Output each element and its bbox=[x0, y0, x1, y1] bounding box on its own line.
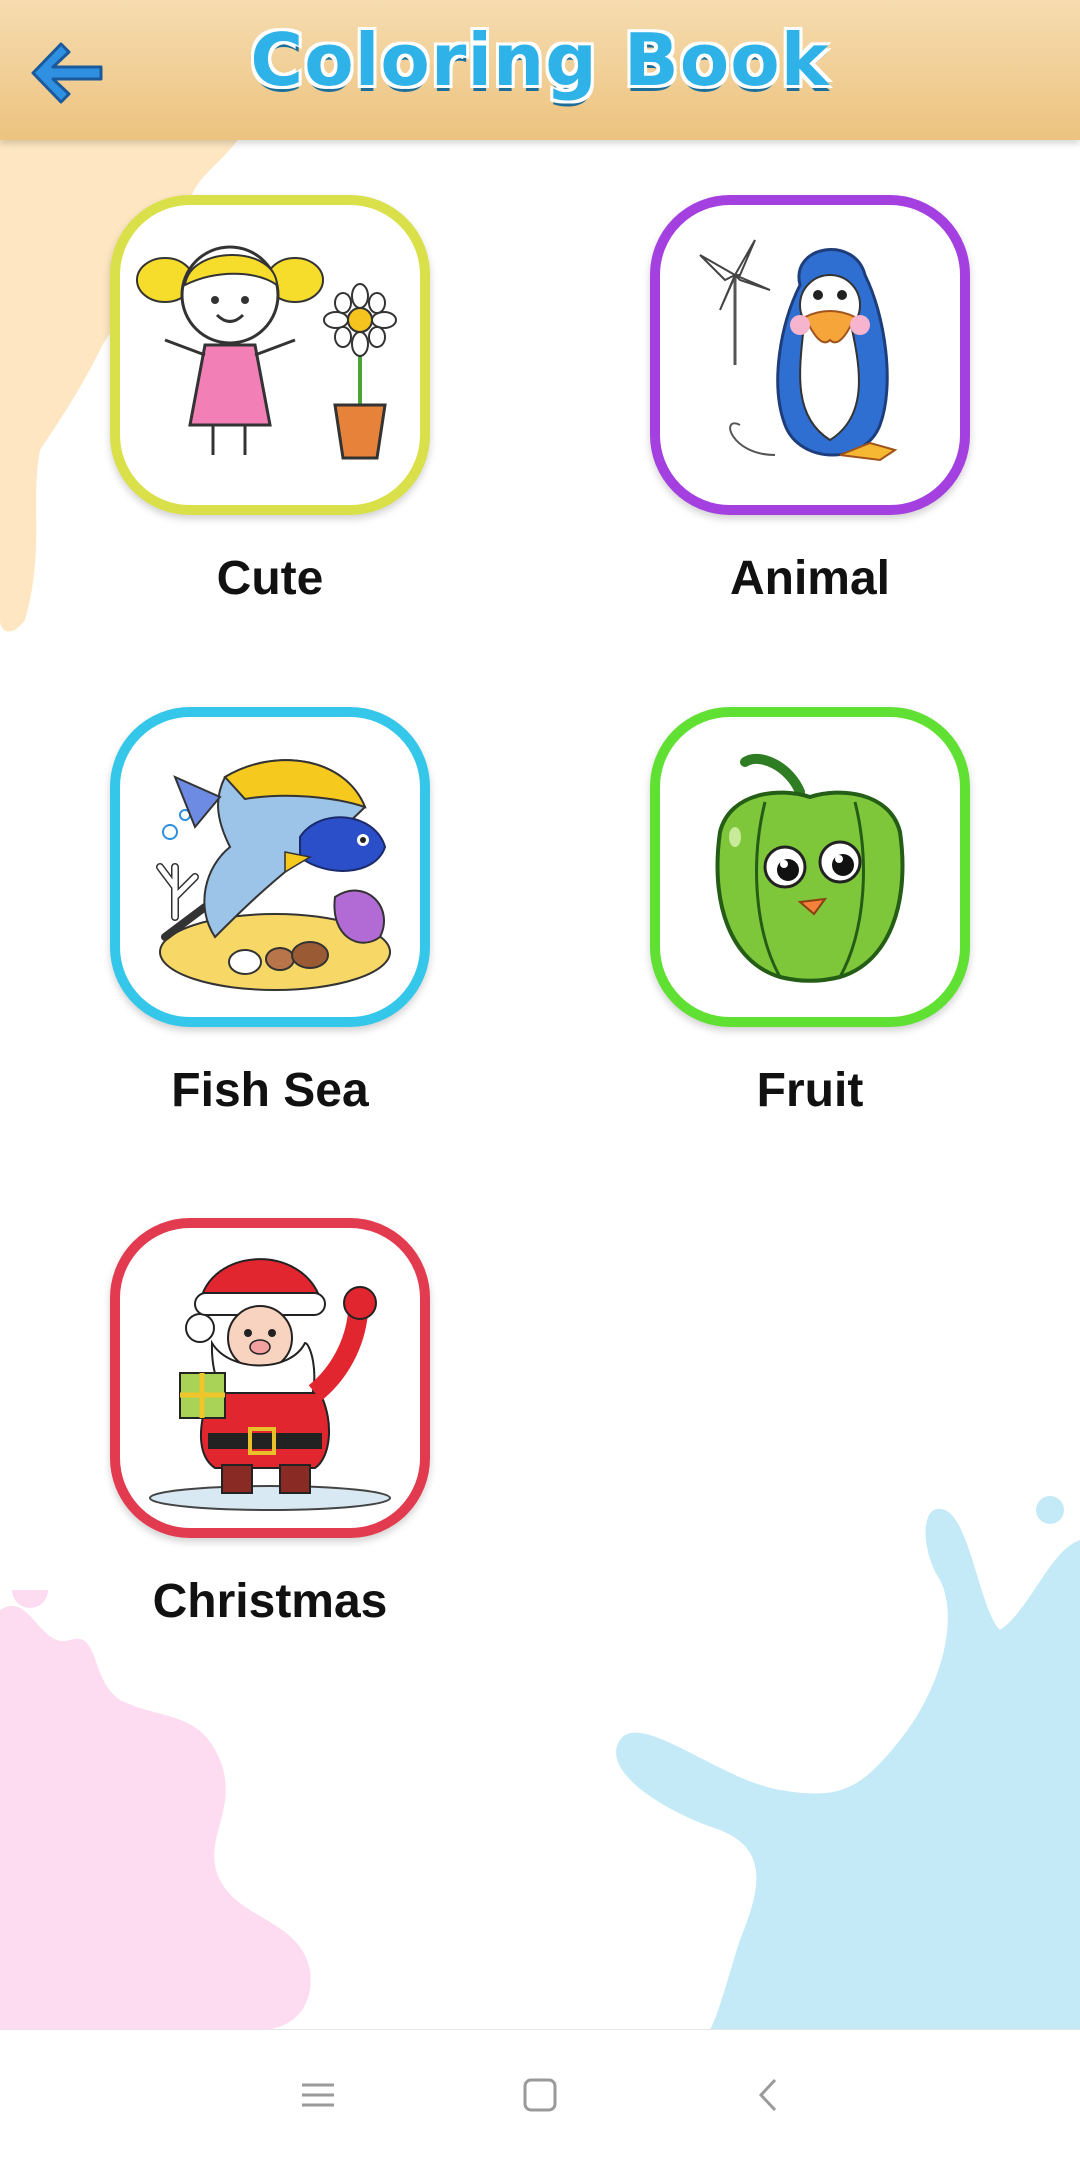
system-navigation-bar bbox=[0, 2029, 1080, 2160]
chevron-left-icon bbox=[758, 2078, 777, 2112]
category-fish-sea[interactable]: Fish Sea bbox=[100, 707, 440, 1118]
fish-icon bbox=[156, 759, 391, 991]
category-label: Fish Sea bbox=[171, 1064, 369, 1117]
category-grid: Cute Animal Fish Sea Fruit Christmas bbox=[0, 0, 1080, 2030]
category-cute[interactable]: Cute bbox=[100, 195, 440, 606]
app-header: Coloring Book bbox=[0, 0, 1080, 140]
system-back-button[interactable] bbox=[738, 2065, 798, 2125]
home-button[interactable] bbox=[510, 2065, 570, 2125]
girl-flower-icon bbox=[136, 245, 397, 460]
category-label: Cute bbox=[216, 552, 324, 605]
menu-button[interactable] bbox=[288, 2065, 348, 2125]
category-christmas-frame bbox=[110, 1218, 430, 1538]
category-cute-frame bbox=[110, 195, 430, 515]
category-animal-frame bbox=[650, 195, 970, 515]
category-label: Fruit bbox=[756, 1064, 864, 1117]
menu-icon bbox=[302, 2083, 334, 2107]
category-christmas[interactable]: Christmas bbox=[100, 1218, 440, 1629]
pepper-icon bbox=[715, 753, 905, 983]
category-fish-sea-frame bbox=[110, 707, 430, 1027]
category-fruit-frame bbox=[650, 707, 970, 1027]
penguin-icon bbox=[699, 239, 898, 462]
category-animal[interactable]: Animal bbox=[640, 195, 980, 606]
category-label: Animal bbox=[729, 552, 891, 605]
home-square-icon bbox=[523, 2078, 557, 2112]
category-label: Christmas bbox=[152, 1575, 388, 1628]
page-title: Coloring Book bbox=[250, 18, 830, 102]
category-fruit[interactable]: Fruit bbox=[640, 707, 980, 1118]
santa-icon bbox=[149, 1258, 391, 1511]
